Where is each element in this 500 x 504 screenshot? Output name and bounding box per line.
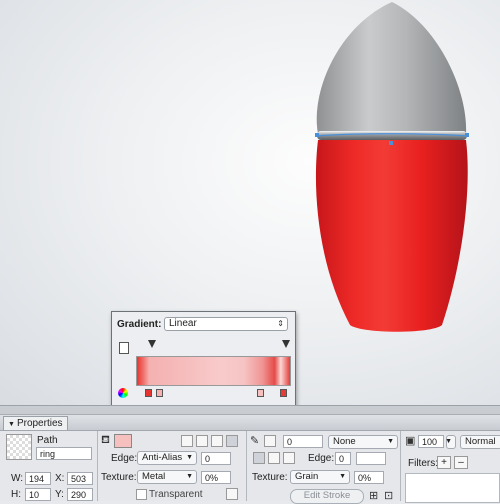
properties-tab-label: Properties [16,418,63,429]
color-wheel-icon[interactable] [118,388,128,398]
x-label: X: [55,473,65,484]
object-name-input[interactable]: ring [36,447,92,460]
width-label: W: [11,473,24,484]
transparent-checkbox[interactable] [136,489,147,500]
y-label: Y: [55,489,64,500]
remove-filter-button[interactable]: – [454,456,468,469]
stroke-texture-value: Grain [295,471,319,482]
chevron-down-icon: ▼ [186,454,193,461]
stroke-edge-input[interactable]: 0 [335,452,351,465]
color-stop[interactable] [280,389,287,397]
fill-texture-label: Texture: [101,472,137,483]
gradient-preview-bar[interactable] [136,356,291,386]
height-label: H: [11,489,21,500]
selection-handle-center[interactable] [389,141,393,145]
fill-edge-dropdown[interactable]: Anti-Alias ▼ [137,451,197,465]
fill-edge-amount[interactable]: 0 [201,452,231,465]
stroke-options-icon[interactable]: ⊞ [369,489,378,502]
rocket-nose[interactable] [316,2,467,134]
fill-texture-amount[interactable]: 0% [201,471,231,484]
opacity-icon: ▣ [405,435,416,447]
ring-path[interactable] [317,131,467,140]
fill-texture-value: Metal [142,471,166,482]
add-filter-button[interactable]: + [437,456,451,469]
width-input[interactable]: 194 [25,472,51,485]
divider [97,431,98,501]
fill-pattern-icon[interactable] [226,435,238,447]
gradient-type-value: Linear [169,318,197,329]
properties-tab[interactable]: ▼ Properties [3,416,68,430]
stroke-size-input[interactable]: 0 [283,435,323,448]
blend-mode-value: Normal [465,436,496,447]
swap-colors-icon[interactable] [119,342,129,354]
gradient-type-dropdown[interactable]: Linear ⇕ [164,317,288,331]
height-input[interactable]: 10 [25,488,51,501]
selection-handle-right[interactable] [465,133,469,137]
stroke-texture-amount[interactable]: 0% [354,471,384,484]
selection-handle-left[interactable] [315,133,319,137]
stroke-texture-dropdown[interactable]: Grain ▼ [290,470,350,484]
rocket-body[interactable] [315,140,468,332]
divider [400,431,401,501]
stroke-texture-label: Texture: [252,472,288,483]
color-stop[interactable] [257,389,264,397]
edit-stroke-button[interactable]: Edit Stroke [290,489,364,504]
fill-edge-label: Edge: [111,453,138,464]
properties-header: ▼ Properties [0,415,500,431]
stroke-style-dropdown[interactable]: None ▼ [328,435,398,449]
panel-grip[interactable] [0,406,500,415]
color-stop[interactable] [145,389,152,397]
divider [246,431,247,501]
chevron-down-icon: ▼ [445,438,452,445]
paint-bucket-icon: ⛾ [101,434,110,446]
chevron-down-icon: ▼ [339,473,346,480]
color-stop[interactable] [156,389,163,397]
fill-gradient-icon[interactable] [211,435,223,447]
filters-list[interactable] [405,473,500,503]
stroke-lock-icon[interactable]: ⊡ [384,489,393,502]
opacity-stop-left[interactable] [148,340,156,348]
stroke-edge-amount[interactable] [356,452,386,465]
stroke-position-outside-icon[interactable] [283,452,295,464]
opacity-input[interactable]: 100 [418,435,444,448]
filters-label: Filters: [408,458,438,469]
opacity-stop-right[interactable] [282,340,290,348]
opacity-dropdown[interactable]: ▼ [445,435,456,449]
path-thumbnail [6,434,32,460]
fill-edge-value: Anti-Alias [142,452,183,463]
collapse-triangle-icon[interactable]: ▼ [8,421,15,428]
y-input[interactable]: 290 [67,488,93,501]
stroke-position-center-icon[interactable] [268,452,280,464]
transparent-label: Transparent [149,489,203,500]
object-type-label: Path [37,435,58,446]
fill-none-icon[interactable] [181,435,193,447]
fill-solid-icon[interactable] [196,435,208,447]
stroke-position-inside-icon[interactable] [253,452,265,464]
blend-mode-dropdown[interactable]: Normal [460,435,500,449]
texture-preview-icon[interactable] [226,488,238,500]
stroke-edge-label: Edge: [308,453,335,464]
x-input[interactable]: 503 [67,472,93,485]
pencil-icon: ✎ [250,435,260,447]
fill-color-swatch[interactable] [114,434,132,448]
stroke-style-value: None [333,436,356,447]
chevron-down-icon: ▼ [186,473,193,480]
chevron-updown-icon: ⇕ [277,319,284,328]
chevron-down-icon: ▼ [387,438,394,445]
stroke-color-swatch[interactable] [264,435,276,447]
fill-texture-dropdown[interactable]: Metal ▼ [137,470,197,484]
properties-panel: ▼ Properties Path ring W: 194 X: 503 H: 1… [0,405,500,504]
gradient-label: Gradient: [117,319,162,330]
